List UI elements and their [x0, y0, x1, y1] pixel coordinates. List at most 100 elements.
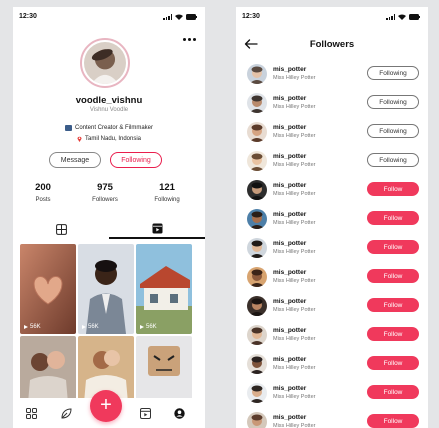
- follower-name: Miss Hilley Potter: [273, 278, 316, 284]
- play-icon: [140, 325, 144, 329]
- follower-avatar[interactable]: [247, 296, 267, 316]
- follower-avatar[interactable]: [247, 180, 267, 200]
- profile-avatar[interactable]: [80, 38, 130, 88]
- follower-avatar[interactable]: [247, 412, 267, 428]
- follower-row[interactable]: mis_potter Miss Hilley Potter Following: [236, 60, 428, 89]
- following-button[interactable]: Following: [367, 66, 419, 80]
- follower-avatar[interactable]: [247, 64, 267, 84]
- follower-row[interactable]: mis_potter Miss Hilley Potter Follow: [236, 379, 428, 408]
- follower-username: mis_potter: [273, 385, 307, 392]
- follower-avatar[interactable]: [247, 267, 267, 287]
- reel-thumbnail[interactable]: 56K: [20, 244, 76, 334]
- explore-icon[interactable]: [60, 407, 72, 419]
- follower-name: Miss Hilley Potter: [273, 133, 316, 139]
- follower-username: mis_potter: [273, 153, 307, 160]
- following-button[interactable]: Following: [110, 152, 162, 168]
- stat-followers[interactable]: 975 Followers: [80, 182, 130, 203]
- follower-avatar[interactable]: [247, 325, 267, 345]
- follow-button[interactable]: Follow: [367, 414, 419, 428]
- follow-button[interactable]: Follow: [367, 385, 419, 399]
- follower-name: Miss Hilley Potter: [273, 307, 316, 313]
- clapperboard-icon: [64, 125, 72, 131]
- follow-button[interactable]: Follow: [367, 298, 419, 312]
- followers-screen: 12:30 Followers mis_potter Miss Hilley Po…: [236, 7, 428, 428]
- reel-thumbnail[interactable]: 56K: [78, 244, 134, 334]
- follower-name: Miss Hilley Potter: [273, 162, 316, 168]
- tab-posts-grid[interactable]: [13, 219, 109, 239]
- follower-avatar[interactable]: [247, 93, 267, 113]
- profile-tabs: [13, 219, 205, 239]
- stat-value: 200: [35, 182, 51, 193]
- reel-thumbnail[interactable]: 56K: [136, 244, 192, 334]
- follower-avatar[interactable]: [247, 151, 267, 171]
- follower-row[interactable]: mis_potter Miss Hilley Potter Following: [236, 147, 428, 176]
- follower-row[interactable]: mis_potter Miss Hilley Potter Follow: [236, 408, 428, 428]
- follower-username: mis_potter: [273, 269, 307, 276]
- status-bar: 12:30: [13, 7, 205, 27]
- wifi-icon: [175, 14, 183, 20]
- follower-row[interactable]: mis_potter Miss Hilley Potter Follow: [236, 205, 428, 234]
- follower-row[interactable]: mis_potter Miss Hilley Potter Following: [236, 118, 428, 147]
- home-grid-icon[interactable]: [25, 407, 37, 419]
- wifi-icon: [398, 14, 406, 20]
- follower-name: Miss Hilley Potter: [273, 394, 316, 400]
- profile-stats: 200 Posts 975 Followers 121 Following: [13, 182, 205, 212]
- follow-button[interactable]: Follow: [367, 356, 419, 370]
- follow-button[interactable]: Follow: [367, 211, 419, 225]
- follow-button[interactable]: Follow: [367, 327, 419, 341]
- status-time: 12:30: [242, 13, 260, 20]
- follower-avatar[interactable]: [247, 209, 267, 229]
- tab-reels[interactable]: [109, 219, 205, 239]
- follower-row[interactable]: mis_potter Miss Hilley Potter Follow: [236, 234, 428, 263]
- signal-icon: [386, 14, 395, 20]
- follower-avatar[interactable]: [247, 354, 267, 374]
- follower-username: mis_potter: [273, 95, 307, 102]
- stat-following[interactable]: 121 Following: [142, 182, 192, 203]
- follower-name: Miss Hilley Potter: [273, 220, 316, 226]
- follower-name: Miss Hilley Potter: [273, 104, 316, 110]
- follower-username: mis_potter: [273, 66, 307, 73]
- create-plus-button[interactable]: +: [90, 390, 122, 422]
- play-icon: [24, 325, 28, 329]
- profile-icon[interactable]: [173, 407, 185, 419]
- stat-posts[interactable]: 200 Posts: [18, 182, 68, 203]
- follower-avatar[interactable]: [247, 238, 267, 258]
- follower-name: Miss Hilley Potter: [273, 336, 316, 342]
- follower-row[interactable]: mis_potter Miss Hilley Potter Follow: [236, 263, 428, 292]
- follower-name: Miss Hilley Potter: [273, 423, 316, 428]
- following-button[interactable]: Following: [367, 95, 419, 109]
- status-bar: 12:30: [236, 7, 428, 27]
- follow-button[interactable]: Follow: [367, 182, 419, 196]
- following-button[interactable]: Following: [367, 124, 419, 138]
- reel-views: 56K: [30, 324, 41, 330]
- stat-value: 121: [159, 182, 175, 193]
- follower-row[interactable]: mis_potter Miss Hilley Potter Follow: [236, 292, 428, 321]
- follower-name: Miss Hilley Potter: [273, 365, 316, 371]
- stat-label: Following: [154, 197, 180, 203]
- follower-row[interactable]: mis_potter Miss Hilley Potter Follow: [236, 350, 428, 379]
- stat-label: Posts: [35, 197, 51, 203]
- battery-icon: [409, 14, 420, 20]
- follower-username: mis_potter: [273, 124, 307, 131]
- follower-row[interactable]: mis_potter Miss Hilley Potter Follow: [236, 176, 428, 205]
- follower-row[interactable]: mis_potter Miss Hilley Potter Following: [236, 89, 428, 118]
- stat-value: 975: [97, 182, 113, 193]
- profile-username: voodle_vishnu: [75, 95, 143, 106]
- message-button[interactable]: Message: [49, 152, 101, 168]
- reel-views: 56K: [88, 324, 99, 330]
- more-horizontal-icon[interactable]: [183, 38, 196, 41]
- follower-username: mis_potter: [273, 356, 307, 363]
- reels-icon[interactable]: [139, 407, 151, 419]
- follower-avatar[interactable]: [247, 122, 267, 142]
- play-icon: [82, 325, 86, 329]
- follower-username: mis_potter: [273, 298, 307, 305]
- following-button[interactable]: Following: [367, 153, 419, 167]
- status-time: 12:30: [19, 13, 37, 20]
- follow-button[interactable]: Follow: [367, 240, 419, 254]
- follower-username: mis_potter: [273, 240, 307, 247]
- profile-location: Tamil Nadu, Indonsia: [84, 136, 142, 142]
- follower-row[interactable]: mis_potter Miss Hilley Potter Follow: [236, 321, 428, 350]
- follow-button[interactable]: Follow: [367, 269, 419, 283]
- follower-avatar[interactable]: [247, 383, 267, 403]
- signal-icon: [163, 14, 172, 20]
